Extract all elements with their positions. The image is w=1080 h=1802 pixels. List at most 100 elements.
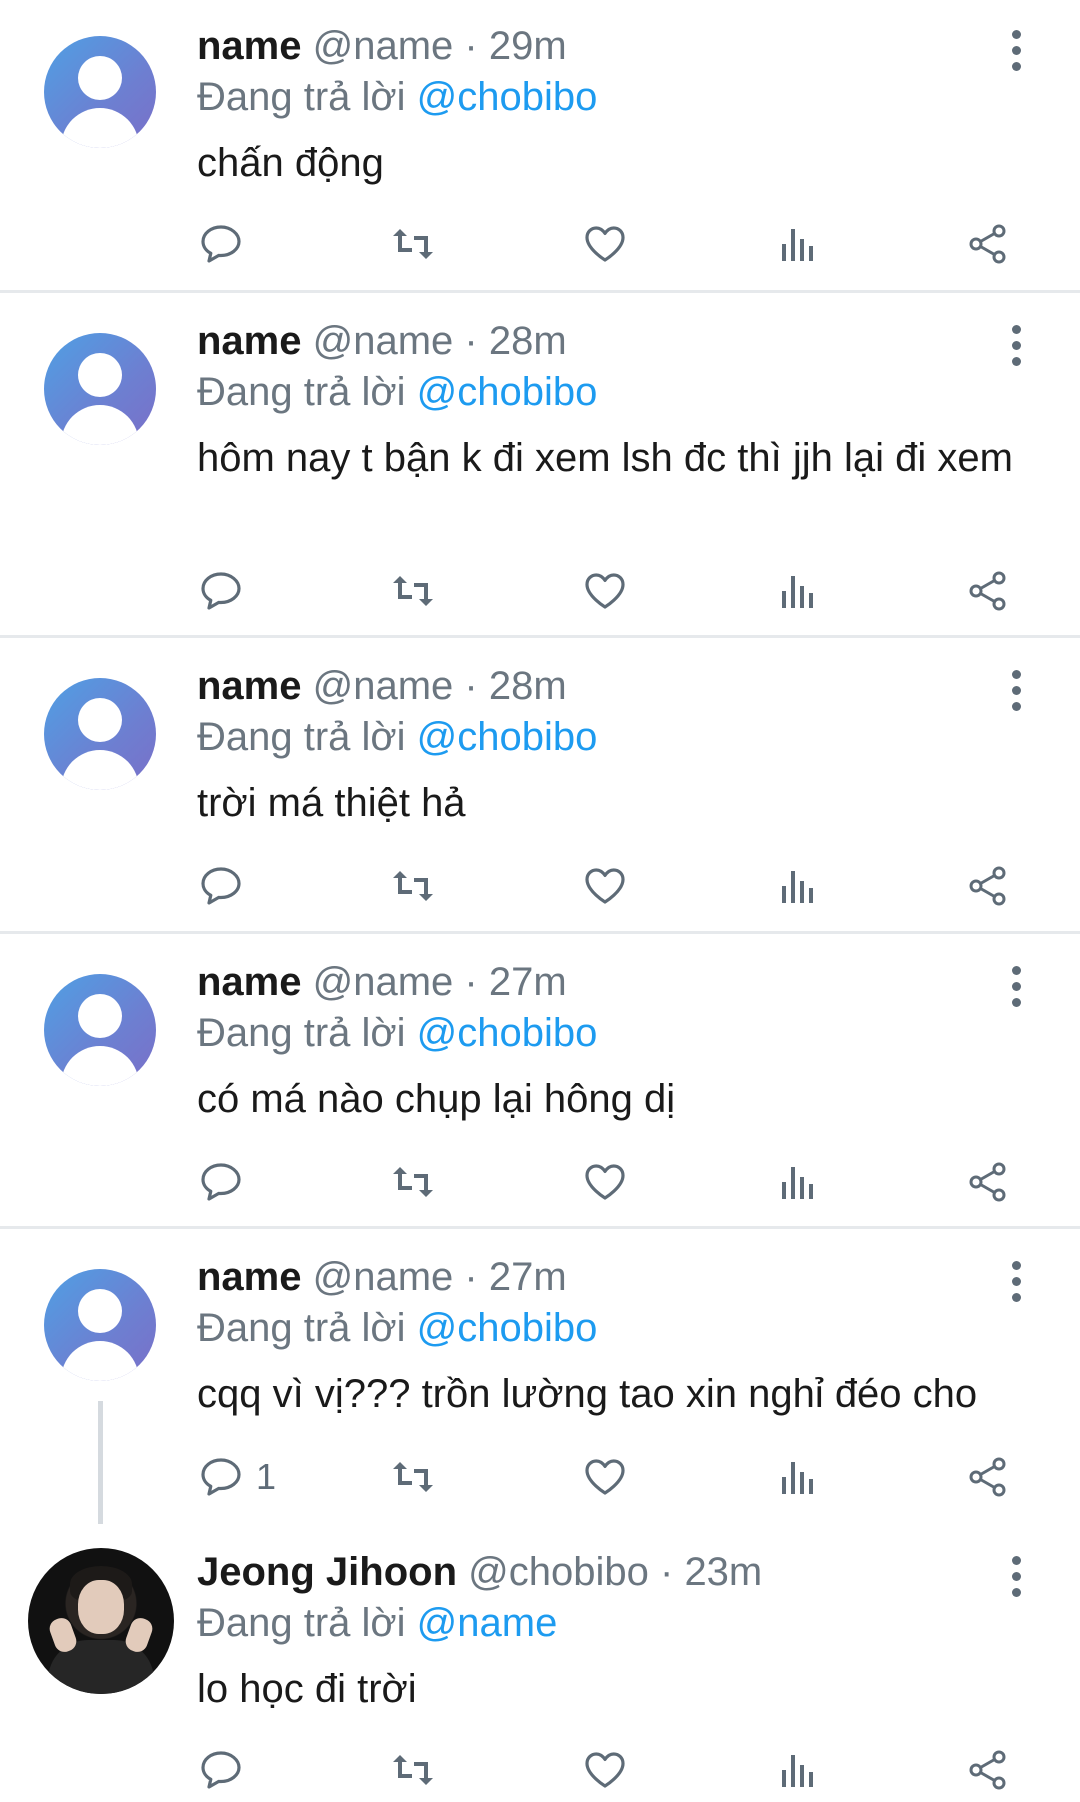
- tweet-actions: [0, 216, 1080, 276]
- author-name[interactable]: name: [197, 1255, 302, 1299]
- tweet[interactable]: Jeong Jihoon @chobibo · 23m Đang trả lời…: [0, 1524, 1080, 1800]
- more-vertical-icon[interactable]: [1010, 1556, 1024, 1604]
- views-button[interactable]: [778, 1742, 818, 1798]
- reply-icon: [201, 572, 241, 610]
- more-vertical-icon[interactable]: [1010, 1261, 1024, 1309]
- tweet-actions: [0, 563, 1080, 623]
- default-avatar-icon[interactable]: [44, 678, 156, 790]
- mention-link[interactable]: @chobibo: [417, 75, 598, 119]
- tweet[interactable]: name @name · 27m Đang trả lời @chobibo c…: [0, 934, 1080, 1229]
- mention-link[interactable]: @chobibo: [417, 1011, 598, 1055]
- views-button[interactable]: [778, 858, 818, 914]
- heart-icon: [585, 573, 625, 609]
- separator: ·: [659, 1550, 674, 1594]
- mention-link[interactable]: @chobibo: [417, 715, 598, 759]
- mention-link[interactable]: @name: [417, 1601, 558, 1645]
- share-icon: [969, 866, 1006, 906]
- author-handle[interactable]: @name: [313, 1255, 454, 1299]
- like-button[interactable]: [583, 1154, 627, 1210]
- default-avatar-icon[interactable]: [44, 974, 156, 1086]
- tweet-text: trời má thiệt hả: [197, 781, 466, 825]
- views-icon: [782, 1462, 813, 1494]
- reply-button[interactable]: [200, 216, 256, 272]
- separator: ·: [464, 1255, 478, 1299]
- author-handle[interactable]: @name: [313, 24, 454, 68]
- share-button[interactable]: [966, 1742, 1010, 1798]
- retweet-button[interactable]: [390, 858, 436, 914]
- tweet-header: name @name · 28m: [197, 662, 567, 710]
- reply-button[interactable]: [200, 1742, 256, 1798]
- retweet-button[interactable]: [390, 1449, 436, 1505]
- author-name[interactable]: Jeong Jihoon: [197, 1550, 457, 1594]
- views-button[interactable]: [778, 216, 818, 272]
- views-button[interactable]: [778, 563, 818, 619]
- more-vertical-icon[interactable]: [1010, 670, 1024, 718]
- share-button[interactable]: [966, 1154, 1010, 1210]
- tweet[interactable]: name @name · 28m Đang trả lời @chobibo t…: [0, 638, 1080, 934]
- author-name[interactable]: name: [197, 960, 302, 1004]
- author-name[interactable]: name: [197, 664, 302, 708]
- retweet-icon: [393, 1462, 433, 1492]
- reply-prefix: Đang trả lời: [197, 75, 406, 119]
- default-avatar-icon[interactable]: [44, 333, 156, 445]
- more-vertical-icon[interactable]: [1010, 966, 1024, 1014]
- author-handle[interactable]: @name: [313, 664, 454, 708]
- retweet-button[interactable]: [390, 1154, 436, 1210]
- reply-prefix: Đang trả lời: [197, 1011, 406, 1055]
- share-button[interactable]: [966, 216, 1010, 272]
- replying-to: Đang trả lời @chobibo: [197, 73, 597, 121]
- views-button[interactable]: [778, 1154, 818, 1210]
- more-vertical-icon[interactable]: [1010, 325, 1024, 373]
- reply-button[interactable]: [200, 563, 256, 619]
- author-handle[interactable]: @name: [313, 960, 454, 1004]
- share-button[interactable]: [966, 1449, 1010, 1505]
- tweet-actions: [0, 1154, 1080, 1214]
- retweet-button[interactable]: [390, 563, 436, 619]
- timestamp[interactable]: 23m: [684, 1550, 762, 1594]
- reply-button[interactable]: [200, 1154, 256, 1210]
- author-name[interactable]: name: [197, 319, 302, 363]
- share-icon: [969, 1162, 1006, 1202]
- default-avatar-icon[interactable]: [44, 36, 156, 148]
- author-handle[interactable]: @chobibo: [468, 1550, 649, 1594]
- like-button[interactable]: [583, 216, 627, 272]
- tweet-text: cqq vì vị??? trồn lường tao xin nghỉ đéo…: [197, 1372, 978, 1416]
- mention-link[interactable]: @chobibo: [417, 1306, 598, 1350]
- timestamp[interactable]: 28m: [489, 319, 567, 363]
- share-icon: [969, 571, 1006, 611]
- views-button[interactable]: [778, 1449, 818, 1505]
- like-button[interactable]: [583, 563, 627, 619]
- author-handle[interactable]: @name: [313, 319, 454, 363]
- reply-button[interactable]: [200, 858, 256, 914]
- heart-icon: [585, 1459, 625, 1495]
- default-avatar-icon[interactable]: [44, 1269, 156, 1381]
- like-button[interactable]: [583, 1449, 627, 1505]
- share-button[interactable]: [966, 858, 1010, 914]
- timestamp[interactable]: 29m: [489, 24, 567, 68]
- retweet-icon: [393, 229, 433, 259]
- tweet-text: lo học đi trời: [197, 1667, 417, 1711]
- retweet-icon: [393, 576, 433, 606]
- timestamp[interactable]: 27m: [489, 960, 567, 1004]
- profile-photo-avatar[interactable]: [28, 1548, 174, 1694]
- retweet-icon: [393, 1755, 433, 1785]
- tweet-header: name @name · 27m: [197, 1253, 567, 1301]
- share-icon: [969, 1750, 1006, 1790]
- retweet-button[interactable]: [390, 216, 436, 272]
- reply-button[interactable]: 1: [200, 1449, 276, 1505]
- reply-prefix: Đang trả lời: [197, 1306, 406, 1350]
- retweet-button[interactable]: [390, 1742, 436, 1798]
- share-button[interactable]: [966, 563, 1010, 619]
- timestamp[interactable]: 28m: [489, 664, 567, 708]
- mention-link[interactable]: @chobibo: [417, 370, 598, 414]
- tweet[interactable]: name @name · 28m Đang trả lời @chobibo h…: [0, 293, 1080, 638]
- tweet[interactable]: name @name · 27m Đang trả lời @chobibo c…: [0, 1229, 1080, 1524]
- author-name[interactable]: name: [197, 24, 302, 68]
- separator: ·: [464, 24, 478, 68]
- tweet[interactable]: name @name · 29m Đang trả lời @chobibo c…: [0, 0, 1080, 293]
- heart-icon: [585, 1164, 625, 1200]
- timestamp[interactable]: 27m: [489, 1255, 567, 1299]
- like-button[interactable]: [583, 858, 627, 914]
- like-button[interactable]: [583, 1742, 627, 1798]
- more-vertical-icon[interactable]: [1010, 30, 1024, 78]
